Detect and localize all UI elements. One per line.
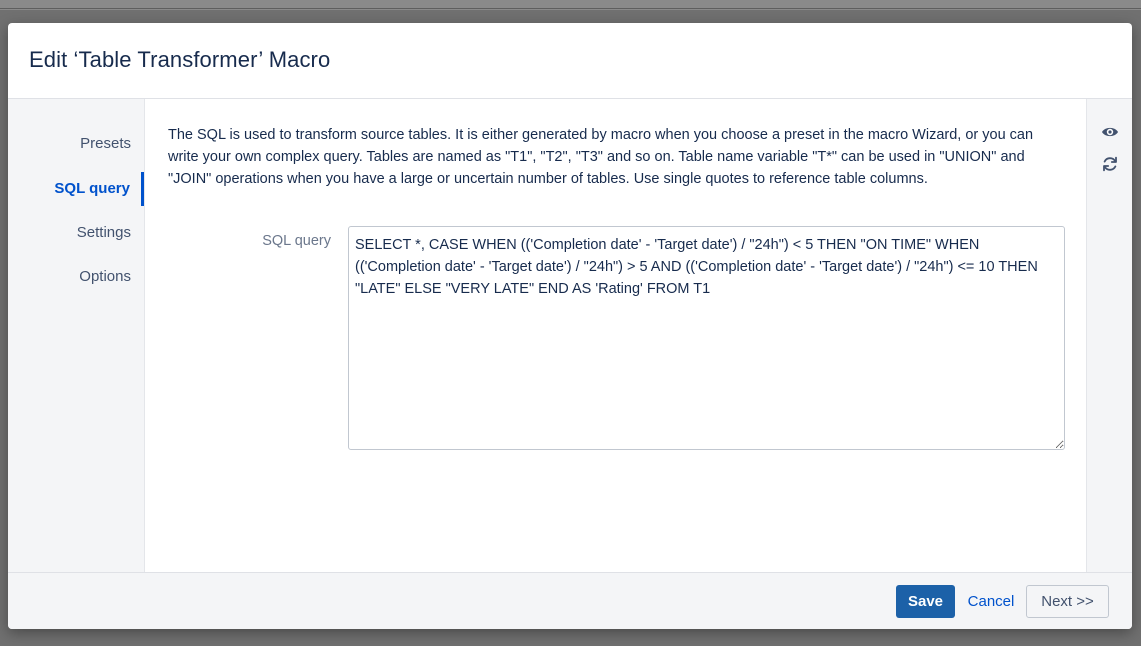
nav-item-settings[interactable]: Settings [8,216,144,250]
nav-item-sql-query[interactable]: SQL query [8,172,144,206]
eye-icon[interactable] [1100,122,1120,142]
dialog-nav: Presets SQL query Settings Options [8,99,145,572]
cancel-button[interactable]: Cancel [961,585,1021,618]
sql-query-input[interactable]: SELECT *, CASE WHEN (('Completion date' … [348,226,1065,450]
side-rail [1086,99,1132,572]
save-button[interactable]: Save [896,585,955,618]
backdrop-divider [0,8,1141,9]
nav-item-presets[interactable]: Presets [8,127,144,161]
dialog-title: Edit ‘Table Transformer’ Macro [29,47,331,72]
nav-item-options[interactable]: Options [8,260,144,294]
macro-dialog: Edit ‘Table Transformer’ Macro Presets S… [8,23,1132,629]
sql-description: The SQL is used to transform source tabl… [168,127,1034,187]
refresh-icon[interactable] [1100,154,1120,174]
dialog-header: Edit ‘Table Transformer’ Macro [8,23,1132,99]
main-panel: The SQL is used to transform source tabl… [145,99,1086,572]
sql-query-label: SQL query [262,233,331,249]
dialog-footer: Save Cancel Next >> [8,572,1132,629]
next-button[interactable]: Next >> [1026,585,1109,618]
